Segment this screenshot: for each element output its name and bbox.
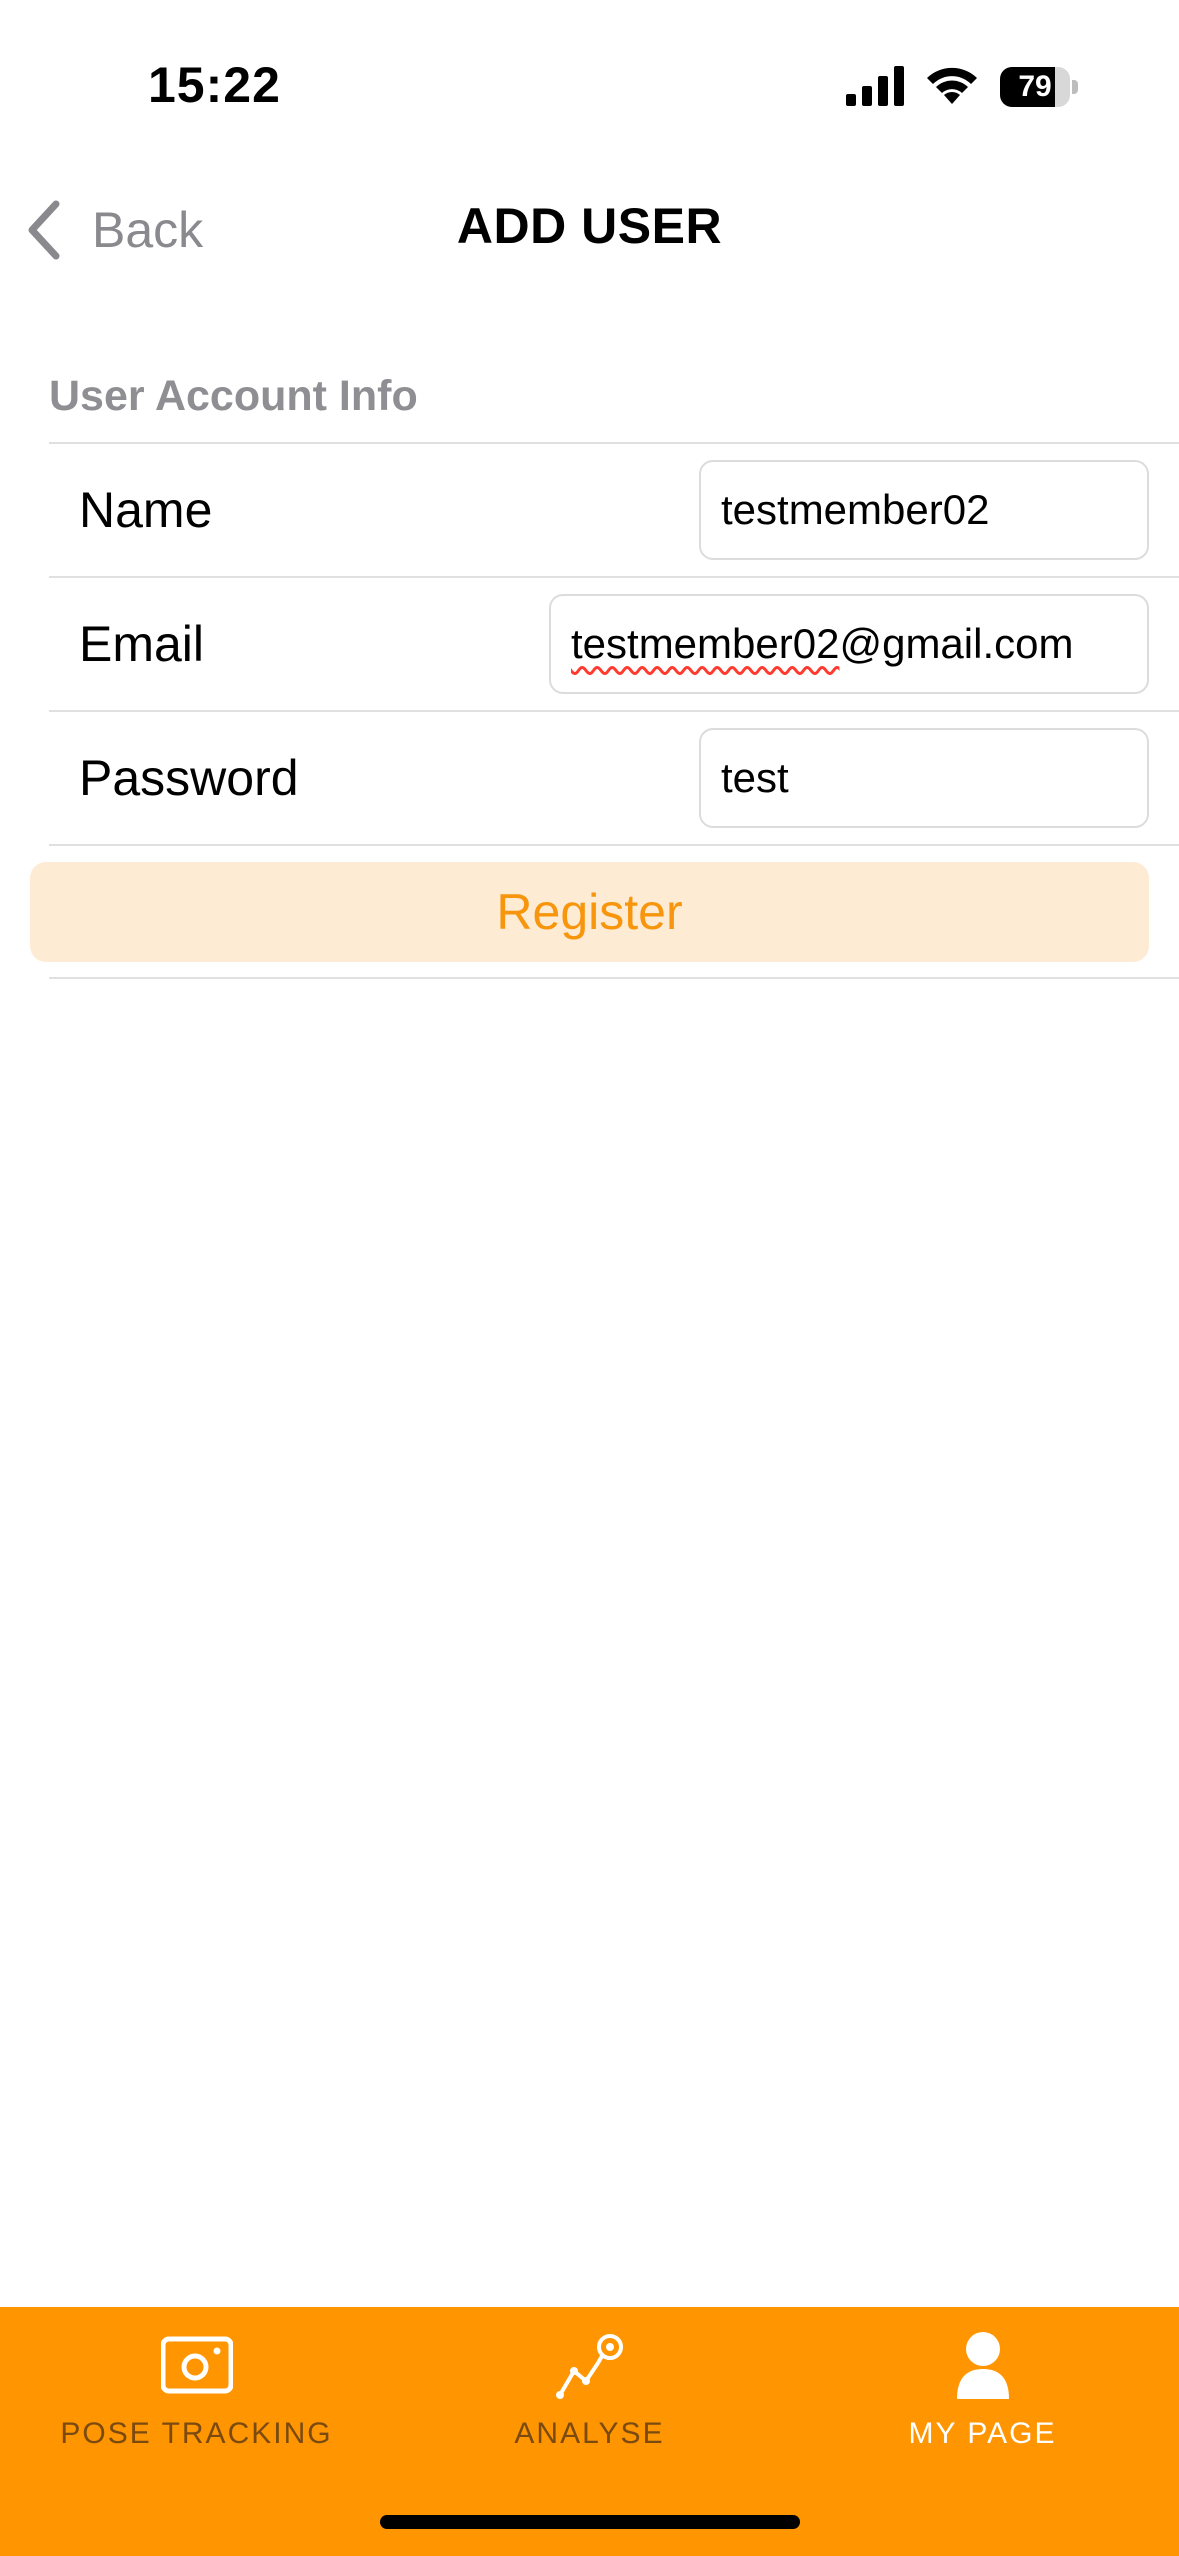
- camera-icon: [161, 2336, 233, 2394]
- back-button[interactable]: Back: [22, 195, 203, 265]
- section-header: User Account Info: [49, 372, 418, 420]
- name-row: Name testmember02: [49, 444, 1179, 576]
- password-value: test: [721, 754, 789, 801]
- email-row: Email testmember02 @gmail.com: [49, 578, 1179, 710]
- name-value: testmember02: [721, 486, 990, 533]
- battery-icon: 79: [1000, 67, 1078, 107]
- tab-analyse[interactable]: ANALYSE: [393, 2307, 786, 2467]
- password-row: Password test: [49, 712, 1179, 844]
- chevron-left-icon: [28, 200, 60, 260]
- email-field[interactable]: testmember02 @gmail.com: [549, 594, 1149, 694]
- person-icon: [957, 2332, 1009, 2399]
- password-label: Password: [79, 750, 299, 806]
- email-value-misspelled: testmember02: [571, 620, 840, 667]
- wifi-icon: [927, 67, 977, 104]
- divider: [49, 844, 1179, 846]
- tab-pose-tracking[interactable]: POSE TRACKING: [0, 2307, 393, 2467]
- tab-analyse-label: ANALYSE: [514, 2417, 665, 2450]
- name-field[interactable]: testmember02: [699, 460, 1149, 560]
- cellular-signal-icon: [846, 66, 904, 106]
- tab-my-page-label: MY PAGE: [908, 2417, 1057, 2450]
- analytics-icon: [556, 2334, 623, 2399]
- tab-pose-tracking-label: POSE TRACKING: [60, 2417, 333, 2450]
- navigation-bar: ADD USER Back: [0, 175, 1179, 285]
- name-label: Name: [79, 482, 213, 538]
- password-field[interactable]: test: [699, 728, 1149, 828]
- register-button[interactable]: Register: [30, 862, 1149, 962]
- home-indicator[interactable]: [380, 2515, 800, 2529]
- email-value-domain: @gmail.com: [839, 620, 1074, 667]
- tab-my-page[interactable]: MY PAGE: [786, 2307, 1179, 2467]
- status-time: 15:22: [148, 57, 281, 113]
- divider: [49, 977, 1179, 979]
- battery-level: 79: [1018, 70, 1052, 103]
- back-label: Back: [92, 202, 204, 258]
- email-label: Email: [79, 616, 205, 672]
- status-bar: 15:22 79: [0, 0, 1179, 175]
